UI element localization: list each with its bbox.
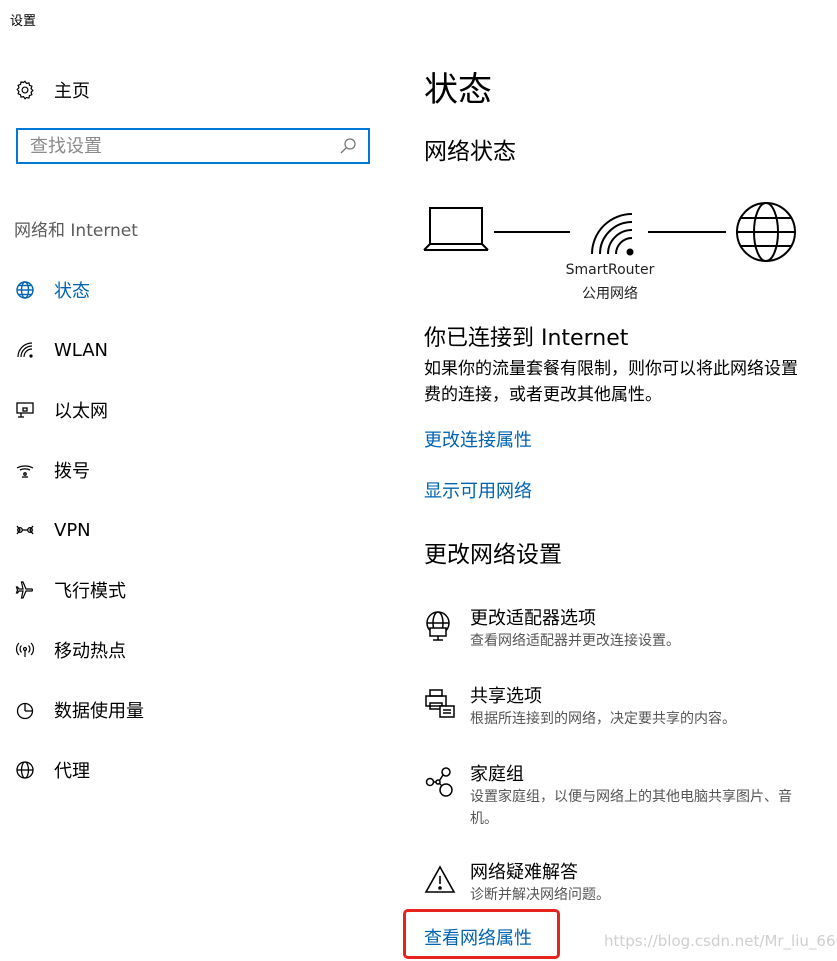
show-available-networks-link[interactable]: 显示可用网络 [424,477,532,503]
option-description-line: 设置家庭组，以便与网络上的其他电脑共享图片、音 [470,789,792,805]
option-description: 设置家庭组，以便与网络上的其他电脑共享图片、音 机。 [470,786,837,830]
sidebar-item-label: 拨号 [54,461,90,482]
description-line: 如果你的流量套餐有限制，则你可以将此网络设置 [424,359,798,379]
change-connection-properties-link[interactable]: 更改连接属性 [424,426,532,452]
window-title: 设置 [10,14,37,29]
sidebar-item-dialup[interactable]: 拨号 [14,440,394,500]
connection-description: 如果你的流量套餐有限制，则你可以将此网络设置 费的连接，或者更改其他属性。 [424,356,837,408]
sidebar-item-status[interactable]: 状态 [14,260,394,320]
description-line: 费的连接，或者更改其他属性。 [424,385,662,405]
option-title: 更改适配器选项 [470,608,596,629]
page-title: 状态 [424,70,492,110]
warning-icon [424,865,456,893]
option-title: 共享选项 [470,686,542,707]
sidebar-item-airplane[interactable]: 飞行模式 [14,560,394,620]
sharing-icon [425,689,455,718]
option-description: 根据所连接到的网络，决定要共享的内容。 [470,711,736,727]
option-description-line: 机。 [470,811,498,827]
home-label: 主页 [54,81,90,102]
search-input[interactable] [18,131,338,161]
watermark: https://blog.csdn.net/Mr_liu_666 [604,932,837,950]
sidebar-item-label: 移动热点 [54,641,126,662]
sidebar-item-label: 以太网 [54,401,108,422]
highlight-box [403,909,560,959]
globe-icon [16,761,34,779]
hotspot-icon [15,642,35,657]
homegroup-icon [425,767,453,797]
adapter-icon [426,611,450,641]
sidebar-item-wlan[interactable]: WLAN [14,320,394,380]
network-type: 公用网络 [582,286,638,302]
internet-globe-icon [736,202,796,262]
option-title: 网络疑难解答 [470,862,578,883]
network-status-heading: 网络状态 [424,139,516,165]
sidebar-item-label: 状态 [54,281,90,302]
wifi-icon [17,342,33,358]
sidebar-item-data-usage[interactable]: 数据使用量 [14,680,394,740]
sidebar-item-label: VPN [54,519,91,541]
search-box[interactable] [16,128,370,164]
sidebar-item-label: 代理 [54,761,90,782]
sidebar-item-label: 数据使用量 [54,701,144,722]
sidebar-item-vpn[interactable]: VPN [14,500,394,560]
option-description: 诊断并解决网络问题。 [470,887,610,903]
change-settings-heading: 更改网络设置 [424,542,562,568]
dialup-icon [16,465,34,478]
globe-status-icon [16,281,34,299]
sidebar-item-proxy[interactable]: 代理 [14,740,394,800]
connection-status-heading: 你已连接到 Internet [424,326,629,351]
sidebar-item-label: WLAN [54,339,109,361]
laptop-icon [423,207,489,251]
router-name: SmartRouter [565,262,655,278]
vpn-icon [16,525,34,535]
section-title: 网络和 Internet [14,221,138,241]
router-wifi-icon [591,213,634,256]
search-icon[interactable] [338,136,358,156]
ethernet-icon [16,402,34,418]
sidebar-item-hotspot[interactable]: 移动热点 [14,620,394,680]
gear-icon [16,80,34,100]
airplane-icon [15,581,33,599]
sidebar-item-label: 飞行模式 [54,581,126,602]
sidebar-nav: 状态 WLAN 以太网 拨号 VPN 飞行模式 移动热点 数据使用量 代理 [14,260,394,800]
sidebar-item-ethernet[interactable]: 以太网 [14,380,394,440]
option-description: 查看网络适配器并更改连接设置。 [470,633,680,649]
option-title: 家庭组 [470,764,524,785]
data-usage-icon [16,702,34,720]
home-nav[interactable]: 主页 [14,76,90,104]
